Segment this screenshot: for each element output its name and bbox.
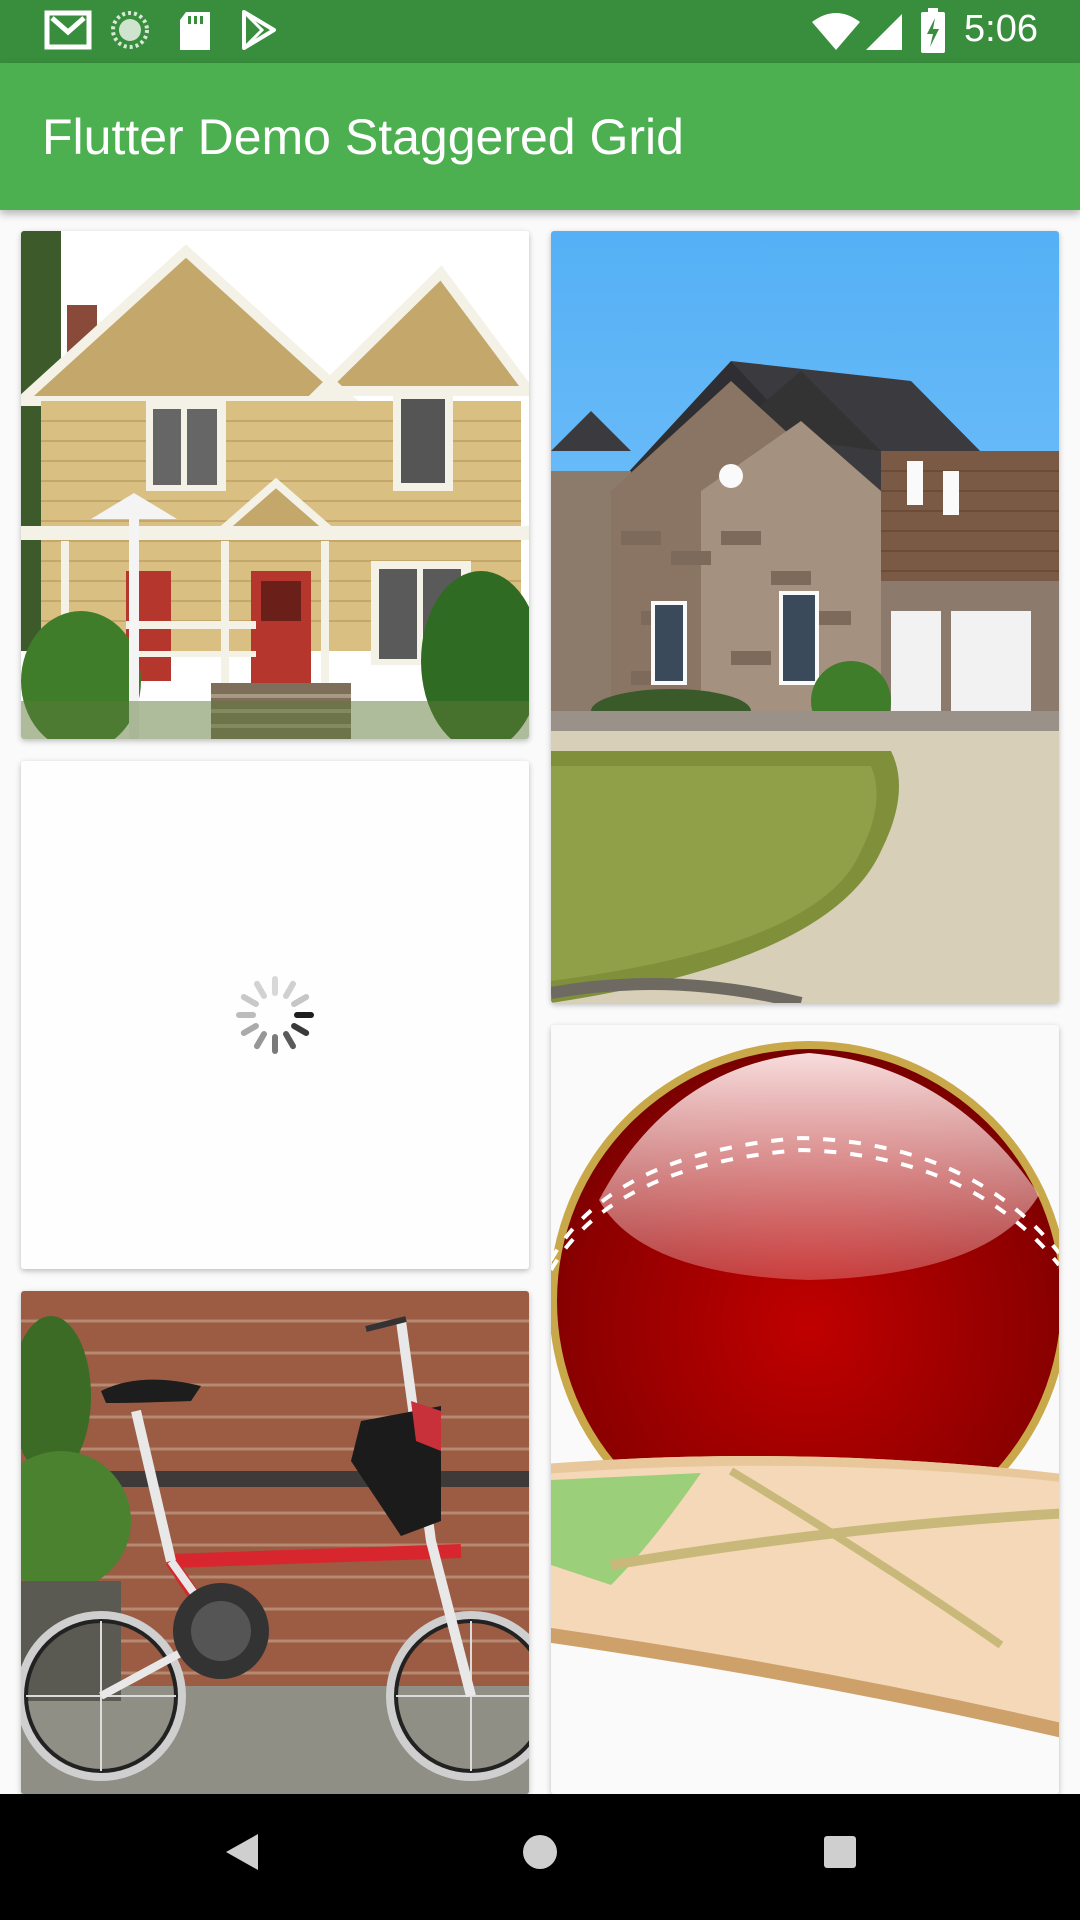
sync-icon [111, 11, 149, 49]
signal-icon [866, 14, 902, 50]
home-button[interactable] [520, 1830, 560, 1874]
navigation-bar [0, 1794, 1080, 1920]
loading-tile[interactable] [21, 761, 529, 1269]
battery-charging-icon [921, 8, 945, 53]
gmail-icon [44, 10, 92, 50]
status-bar: 5:06 [0, 0, 1080, 63]
app-bar: Flutter Demo Staggered Grid [0, 63, 1080, 210]
status-time: 5:06 [964, 8, 1038, 50]
red-bicycle-image[interactable] [21, 1291, 529, 1794]
page-title: Flutter Demo Staggered Grid [42, 109, 684, 165]
loading-spinner-icon [236, 976, 314, 1054]
back-button[interactable] [222, 1830, 262, 1874]
sd-card-icon [180, 12, 210, 50]
wifi-icon [812, 13, 860, 50]
play-store-icon [242, 10, 276, 50]
yellow-victorian-house-image[interactable] [21, 231, 529, 739]
recents-button[interactable] [820, 1830, 860, 1874]
staggered-grid[interactable] [0, 210, 1080, 1794]
stone-house-image[interactable] [551, 231, 1059, 1003]
cricket-ball-image[interactable] [551, 1025, 1059, 1794]
